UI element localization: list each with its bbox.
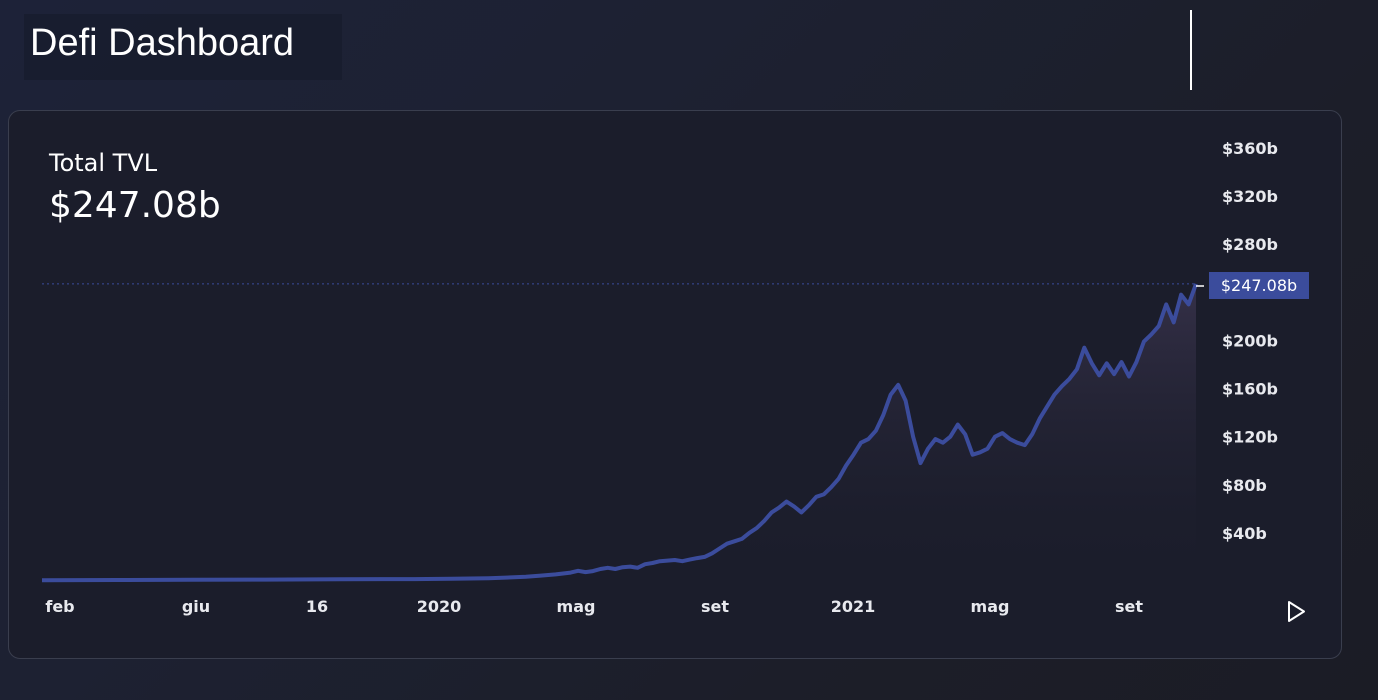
y-tick-label: $120b xyxy=(1222,428,1278,447)
play-icon[interactable] xyxy=(1288,601,1305,622)
current-value-label: $247.08b xyxy=(1221,276,1297,295)
x-tick-label: giu xyxy=(182,597,210,616)
y-tick-label: $160b xyxy=(1222,380,1278,399)
y-tick-label: $200b xyxy=(1222,331,1278,350)
x-tick-label: 16 xyxy=(306,597,328,616)
x-tick-label: feb xyxy=(45,597,74,616)
x-tick-label: mag xyxy=(557,597,596,616)
y-axis: $40b $80b $120b $160b $200b $280b $320b $360b xyxy=(1222,139,1278,543)
x-axis: feb giu 16 2020 mag set 2021 mag set xyxy=(45,597,1143,616)
x-tick-label: mag xyxy=(971,597,1010,616)
y-tick-label: $80b xyxy=(1222,476,1267,495)
tvl-chart[interactable]: $40b $80b $120b $160b $200b $280b $320b $360b f… xyxy=(0,0,1378,700)
x-tick-label: set xyxy=(701,597,729,616)
current-value-tag: $247.08b xyxy=(1196,272,1309,299)
y-tick-label: $360b xyxy=(1222,139,1278,158)
tvl-area xyxy=(42,283,1196,581)
y-tick-label: $280b xyxy=(1222,235,1278,254)
x-tick-label: set xyxy=(1115,597,1143,616)
y-tick-label: $40b xyxy=(1222,524,1267,543)
y-tick-label: $320b xyxy=(1222,187,1278,206)
x-tick-label: 2021 xyxy=(831,597,876,616)
x-tick-label: 2020 xyxy=(417,597,462,616)
